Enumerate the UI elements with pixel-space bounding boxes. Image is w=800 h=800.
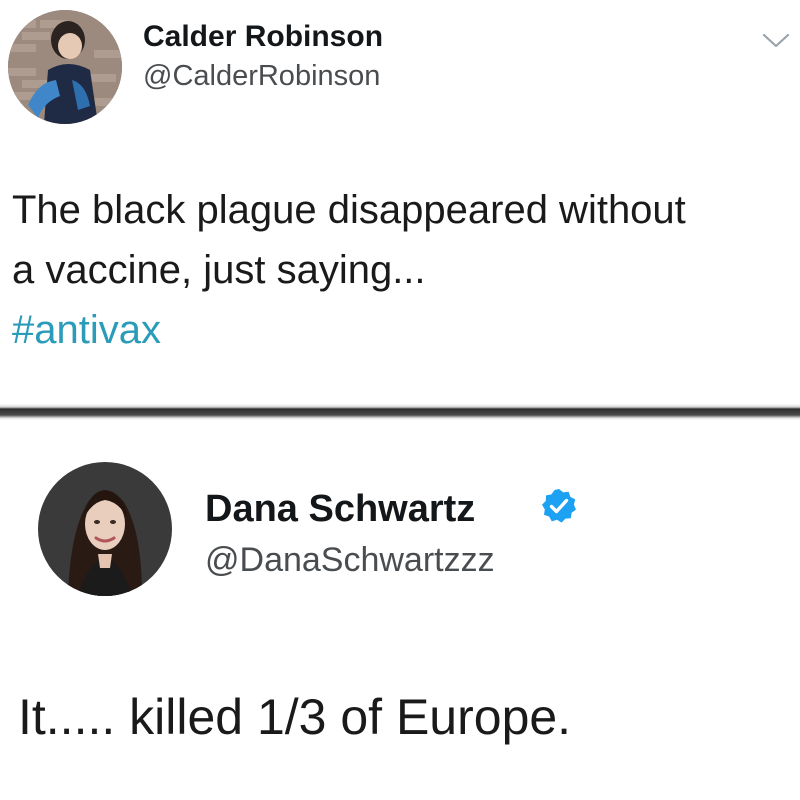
calder-handle[interactable]: @CalderRobinson (143, 60, 380, 93)
dana-handle[interactable]: @DanaSchwartzzz (205, 541, 495, 580)
calder-avatar-image (8, 10, 122, 124)
screenshot-page: Calder Robinson @CalderRobinson The blac… (0, 0, 800, 800)
tweet-text-line: The black plague disappeared without (12, 188, 686, 232)
verified-badge-icon (542, 489, 576, 523)
tweet-text-line: a vaccine, just saying... (12, 248, 426, 292)
calder-display-name[interactable]: Calder Robinson (143, 20, 383, 54)
dana-avatar[interactable] (38, 462, 172, 596)
dana-avatar-image (38, 462, 172, 596)
calder-avatar[interactable] (8, 10, 122, 124)
calder-tweet-text: The black plague disappeared without a v… (12, 180, 686, 360)
chevron-down-icon[interactable] (762, 32, 790, 50)
dana-display-name[interactable]: Dana Schwartz (205, 488, 475, 531)
hashtag-link[interactable]: #antivax (12, 300, 686, 360)
tweet-calder[interactable]: Calder Robinson @CalderRobinson The blac… (0, 0, 800, 405)
tweet-divider (0, 404, 800, 420)
dana-tweet-text: It..... killed 1/3 of Europe. (18, 689, 572, 745)
